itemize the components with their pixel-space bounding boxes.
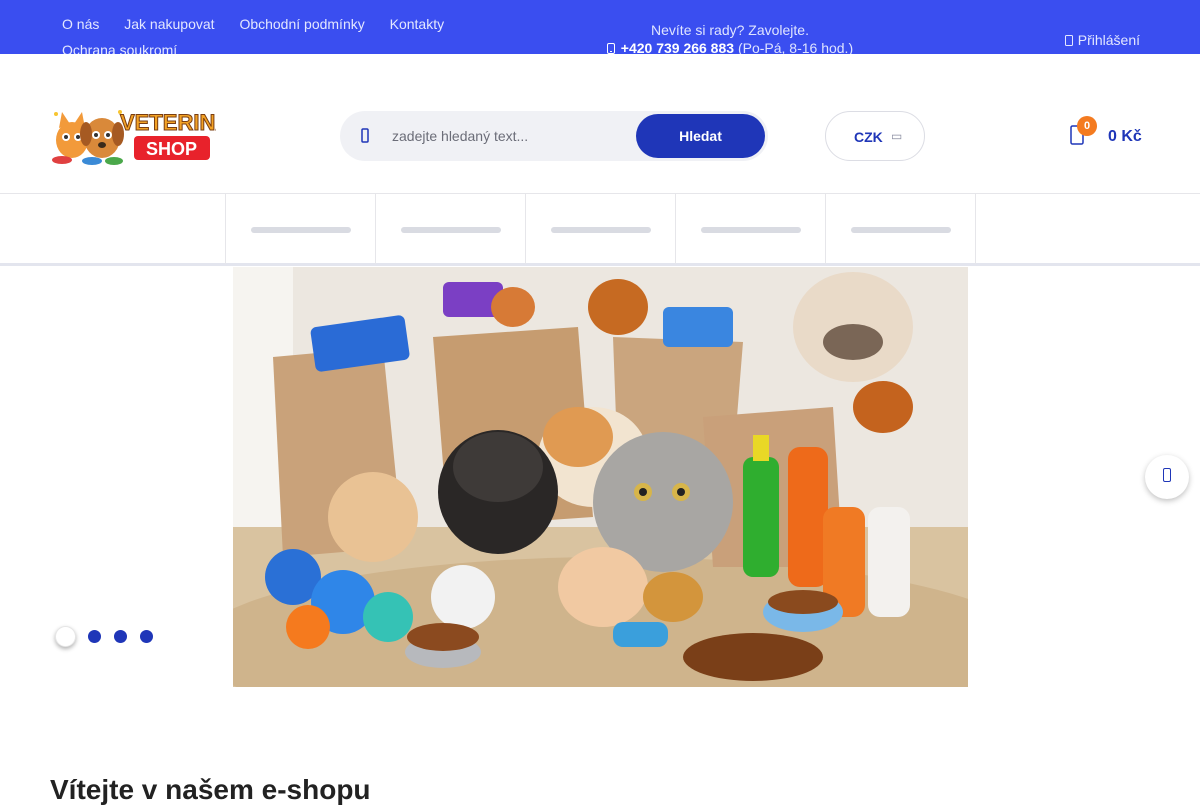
skeleton-bar <box>551 227 651 233</box>
category-menu <box>0 194 1200 266</box>
contact-info: Nevíte si rady? Zavolejte. +420 739 266 … <box>560 21 900 57</box>
category-divider <box>975 194 976 264</box>
top-link-obchodni-podminky[interactable]: Obchodní podmínky <box>239 16 364 32</box>
phone-icon <box>606 43 615 54</box>
top-bar: O nás Jak nakupovat Obchodní podmínky Ko… <box>0 0 1200 58</box>
logo-graphic: VETERINA SHOP <box>52 110 232 165</box>
logo-text-top: VETERINA <box>120 110 216 135</box>
search-icon[interactable] <box>358 126 372 146</box>
currency-value: CZK <box>854 129 883 145</box>
search-button[interactable]: Hledat <box>636 114 765 158</box>
welcome-heading: Vítejte v našem e-shopu <box>50 774 371 805</box>
chevron-down-icon: ▭ <box>891 129 903 143</box>
shop-logo[interactable]: VETERINA SHOP <box>50 104 232 166</box>
top-nav: O nás Jak nakupovat Obchodní podmínky Ko… <box>62 16 482 58</box>
search-form: Hledat <box>340 111 768 161</box>
category-item-placeholder[interactable] <box>225 194 375 264</box>
login-link[interactable]: Přihlášení <box>1064 32 1140 48</box>
search-input[interactable] <box>392 124 622 148</box>
carousel-next-button[interactable] <box>1145 455 1189 499</box>
top-link-kontakty[interactable]: Kontakty <box>390 16 444 32</box>
logo-text-bottom: SHOP <box>146 139 197 159</box>
cart-button[interactable]: 0 0 Kč <box>1070 116 1150 156</box>
top-link-jak-nakupovat[interactable]: Jak nakupovat <box>124 16 214 32</box>
category-item-placeholder[interactable] <box>525 194 675 264</box>
cart-total: 0 Kč <box>1108 128 1142 145</box>
user-icon <box>1064 35 1073 46</box>
help-text: Nevíte si rady? Zavolejte. <box>651 22 809 38</box>
chevron-right-icon <box>1163 468 1171 482</box>
skeleton-bar <box>251 227 351 233</box>
carousel-dot-3[interactable] <box>114 630 127 643</box>
hero-banner-image[interactable] <box>233 267 968 687</box>
carousel-dot-1[interactable] <box>55 626 76 647</box>
category-item-placeholder[interactable] <box>375 194 525 264</box>
category-item-placeholder[interactable] <box>675 194 825 264</box>
category-item-placeholder[interactable] <box>825 194 975 264</box>
skeleton-bar <box>851 227 951 233</box>
site-header: VETERINA SHOP Hledat CZK ▭ 0 0 Kč <box>0 54 1200 194</box>
login-label: Přihlášení <box>1077 32 1140 48</box>
banner-illustration <box>233 267 968 687</box>
carousel-pagination <box>55 626 165 648</box>
currency-select[interactable]: CZK ▭ <box>825 111 925 161</box>
skeleton-bar <box>701 227 801 233</box>
skeleton-bar <box>401 227 501 233</box>
cart-count-badge: 0 <box>1077 116 1097 136</box>
carousel-dot-4[interactable] <box>140 630 153 643</box>
top-link-o-nas[interactable]: O nás <box>62 16 99 32</box>
carousel-dot-2[interactable] <box>88 630 101 643</box>
